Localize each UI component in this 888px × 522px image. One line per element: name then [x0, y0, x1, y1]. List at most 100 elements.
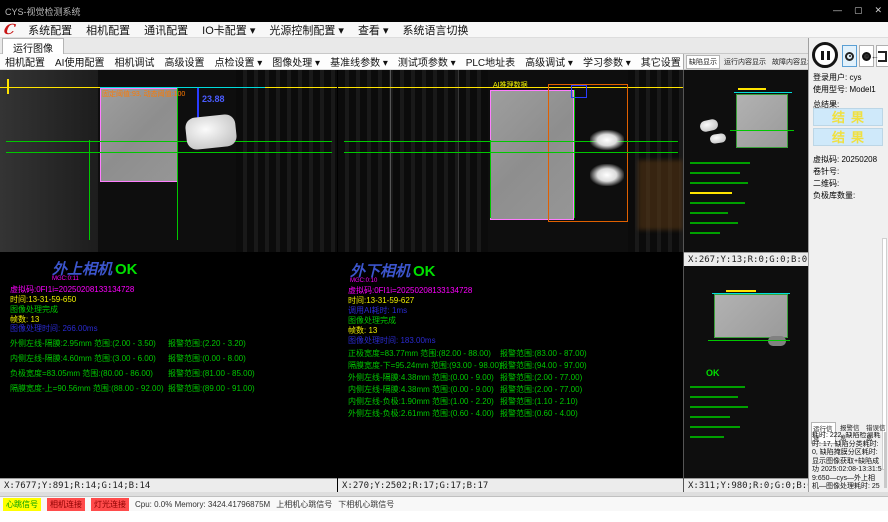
- menu-language-switch[interactable]: 系统语言切换: [396, 22, 476, 38]
- text-line-decoration: [690, 386, 745, 388]
- camera-image-outer-lower[interactable]: AI推理数据: [338, 70, 683, 252]
- application-window: CYS-视觉检测系统 — ▢ ✕ C 系统配置 相机配置 通讯配置 IO卡配置 …: [0, 0, 888, 522]
- process-time-text: 图像处理时间: 183.00ms: [348, 335, 436, 346]
- camera-view-outer-upper[interactable]: 固定阈值:93, 动态阈值:100 23.88 外上相机OK MGC:0:11 …: [0, 70, 337, 492]
- alarm-range-text: 报警范围:(0.60 - 4.00): [500, 408, 578, 419]
- close-button[interactable]: ✕: [874, 5, 882, 16]
- measurement-text: 外侧左线-隔膜:2.95mm 范围:(2.00 - 3.50): [10, 339, 156, 348]
- measurement-text: 负极宽度=83.05mm 范围:(80.00 - 86.00): [10, 369, 153, 378]
- result-ok: OK: [115, 261, 138, 278]
- tool-camera-debug[interactable]: 相机调试: [109, 54, 159, 69]
- alarm-range-text: 报警范围:(83.00 - 87.00): [500, 348, 587, 359]
- menu-io-config[interactable]: IO卡配置 ▾: [195, 22, 262, 38]
- text-line-decoration: [690, 202, 745, 204]
- exit-button[interactable]: [876, 45, 888, 67]
- window-title: CYS-视觉检测系统: [5, 5, 81, 18]
- alarm-range-text: 报警范围:(2.00 - 77.00): [500, 372, 582, 383]
- measurement-text: 内侧左线-隔膜:4.60mm 范围:(3.00 - 6.00): [10, 354, 156, 363]
- cursor-pixel-status: X:270;Y:2502;R:17;G:17;B:17: [338, 478, 683, 492]
- trigger-info: MGC:0:11: [52, 276, 79, 282]
- alarm-range-text: 报警范围:(2.00 - 77.00): [500, 384, 582, 395]
- minimize-button[interactable]: —: [833, 5, 842, 16]
- log-scrollbar[interactable]: [884, 432, 887, 488]
- text-line-decoration: [726, 290, 756, 292]
- menu-view[interactable]: 查看 ▾: [351, 22, 396, 38]
- product-region: [100, 88, 178, 182]
- clip-blob: [184, 113, 237, 150]
- green-edge-line: [177, 88, 178, 240]
- model-value: Model1: [849, 85, 875, 94]
- menu-bar: C 系统配置 相机配置 通讯配置 IO卡配置 ▾ 光源控制配置 ▾ 查看 ▾ 系…: [0, 22, 888, 38]
- led-reflection: [590, 130, 624, 150]
- text-line-decoration: [690, 172, 740, 174]
- login-user-value: cys: [849, 73, 861, 82]
- alarm-range-text: 报警范围:(2.20 - 3.20): [168, 338, 246, 349]
- green-measure-line: [344, 152, 678, 153]
- tool-ai-usage-config[interactable]: AI使用配置: [50, 54, 109, 69]
- tool-advanced-settings[interactable]: 高级设置: [159, 54, 209, 69]
- defect-view-bottom[interactable]: OK X:311;Y:980;R:0;G:0;B:0: [683, 266, 809, 492]
- ai-region-label: AI推理数据: [493, 80, 528, 90]
- product-thumbnail: [714, 294, 788, 338]
- background-band: [0, 70, 98, 252]
- ai-detect-box: [548, 84, 628, 222]
- qr-code-label: 二维码:: [813, 178, 839, 189]
- defect-image-top[interactable]: [684, 70, 809, 252]
- tool-baseline-params[interactable]: 基准线参数 ▾: [325, 54, 393, 69]
- trigger-info: MGC:0:10: [350, 278, 377, 284]
- tool-advanced-debug[interactable]: 高级调试 ▾: [520, 54, 578, 69]
- defect-image-bottom[interactable]: OK: [684, 266, 809, 478]
- camera-view-button[interactable]: [842, 45, 857, 67]
- product-thumbnail: [736, 94, 788, 148]
- threshold-label: 固定阈值:93, 动态阈值:100: [102, 89, 185, 99]
- camera-view-outer-lower[interactable]: AI推理数据 外下相机OK MGC:0:10 虚拟码:0FI1i=2025020…: [338, 70, 683, 492]
- maximize-button[interactable]: ▢: [854, 5, 863, 16]
- tool-plc-address[interactable]: PLC地址表: [461, 54, 520, 69]
- measurement-row: 负极宽度=83.05mm 范围:(80.00 - 86.00) 报警范围:(81…: [10, 368, 337, 379]
- measurement-row: 外侧左线-负极:2.61mm 范围:(0.60 - 4.00) 报警范围:(0.…: [348, 408, 683, 419]
- clip-blob: [709, 133, 726, 144]
- cpu-memory-text: Cpu: 0.0% Memory: 3424.41796875M: [135, 500, 270, 509]
- text-line-decoration: [690, 212, 728, 214]
- menu-system-config[interactable]: 系统配置: [21, 22, 79, 38]
- menu-camera-config[interactable]: 相机配置: [79, 22, 137, 38]
- defect-view-top[interactable]: X:267;Y:13;R:0;G:0;B:0: [683, 70, 809, 266]
- tool-learning-params[interactable]: 学习参数 ▾: [578, 54, 636, 69]
- cursor-pixel-status: X:267;Y:13;R:0;G:0;B:0: [684, 252, 809, 266]
- tab-run-content[interactable]: 运行内容显示: [722, 56, 768, 68]
- tool-spot-check[interactable]: 点检设置 ▾: [209, 54, 267, 69]
- tool-camera-config[interactable]: 相机配置: [0, 54, 50, 69]
- camera-image-outer-upper[interactable]: 固定阈值:93, 动态阈值:100 23.88: [0, 70, 337, 252]
- edge-marker-line: [7, 79, 9, 94]
- green-edge-line: [490, 140, 491, 218]
- pause-button[interactable]: [812, 42, 838, 68]
- virtual-code-label: 虚拟码:: [813, 155, 839, 164]
- model-label: 使用型号:: [813, 85, 847, 94]
- toolbar: 相机配置 AI使用配置 相机调试 高级设置 点检设置 ▾ 图像处理 ▾ 基准线参…: [0, 54, 683, 70]
- process-time-text: 图像处理时间: 266.00ms: [10, 323, 98, 334]
- log-text: 耗时: 222, 缺陷检测耗时: 17, 缺陷分类耗时: 0, 缺陷掩膜分区耗时…: [812, 432, 882, 490]
- measurement-row: 内侧左线-负极:1.90mm 范围:(1.00 - 2.20) 报警范围:(1.…: [348, 396, 683, 407]
- tab-defect-display[interactable]: 缺陷显示: [686, 55, 720, 69]
- measure-value-label: 23.88: [202, 94, 225, 104]
- menu-light-config[interactable]: 光源控制配置 ▾: [262, 22, 351, 38]
- anode-count-label: 负极库数量:: [813, 190, 855, 201]
- exit-door-icon: [878, 51, 887, 62]
- text-line-decoration: [738, 88, 766, 90]
- menu-comm-config[interactable]: 通讯配置: [137, 22, 195, 38]
- virtual-code-row: 虚拟码: 20250208: [813, 154, 877, 165]
- text-line-decoration: [690, 406, 748, 408]
- measurement-text: 隔膜宽度-下=95.24mm 范围:(93.00 - 98.00): [348, 361, 502, 370]
- model-row: 使用型号: Model1: [813, 84, 876, 95]
- green-edge-line: [89, 140, 90, 240]
- cyan-measure-line: [100, 87, 265, 88]
- tool-image-processing[interactable]: 图像处理 ▾: [267, 54, 325, 69]
- result-ok: OK: [413, 263, 436, 280]
- tool-test-params[interactable]: 测试项参数 ▾: [393, 54, 461, 69]
- login-user-row: 登录用户: cys: [813, 72, 861, 83]
- measurement-row: 正极宽度=83.77mm 范围:(82.00 - 88.00) 报警范围:(83…: [348, 348, 683, 359]
- alarm-range-text: 报警范围:(1.10 - 2.10): [500, 396, 578, 407]
- result-indicator-1: 结果: [813, 108, 883, 126]
- machine-edge-line: [458, 70, 459, 252]
- tool-other-settings[interactable]: 其它设置 ▾: [636, 54, 683, 69]
